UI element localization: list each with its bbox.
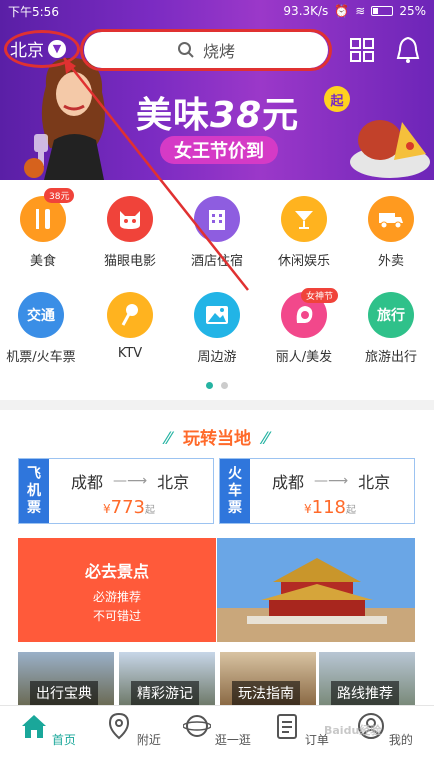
- alarm-icon: ⏰: [334, 4, 350, 18]
- tab-nearby[interactable]: 附近: [90, 712, 176, 748]
- train-price: ¥118起: [304, 497, 356, 518]
- flight-price: ¥773起: [103, 497, 155, 518]
- highlight-circle: [4, 30, 80, 68]
- flight-route: 成都 —⟶ 北京: [71, 473, 190, 492]
- category-travel[interactable]: 旅行 旅游出行: [348, 292, 434, 365]
- flight-ticket-card[interactable]: 飞 机 票 成都 —⟶ 北京 ¥773起: [18, 458, 214, 524]
- transport-icon: 交通: [18, 292, 64, 338]
- promo-subtitle: 女王节价到: [160, 136, 278, 164]
- must-see-banner[interactable]: 必去景点 必游推荐 不可错过: [18, 538, 415, 642]
- hotel-icon: [194, 196, 240, 242]
- category-grid: 美食 38元 猫眼电影 酒店住宿 休闲娱乐 外卖 交通 机票/火车票 KTV 周…: [0, 180, 434, 400]
- flight-label: 飞 机 票: [19, 459, 49, 523]
- woman-illustration: [24, 57, 105, 180]
- guide-card[interactable]: 玩法指南: [220, 652, 316, 705]
- watermark: Baidu经验: [324, 724, 382, 737]
- category-food[interactable]: 美食: [0, 196, 86, 269]
- location-pin-icon: [109, 712, 130, 740]
- category-tag: 38元: [44, 188, 75, 203]
- guide-card[interactable]: 路线推荐: [319, 652, 415, 705]
- clipboard-icon: [277, 714, 298, 739]
- palace-photo: [217, 538, 415, 642]
- must-see-text: 必去景点 必游推荐 不可错过: [18, 538, 216, 642]
- guide-card[interactable]: 出行宝典: [18, 652, 114, 705]
- guide-card[interactable]: 精彩游记: [119, 652, 215, 705]
- train-label: 火 车 票: [220, 459, 250, 523]
- train-ticket-card[interactable]: 火 车 票 成都 —⟶ 北京 ¥118起: [219, 458, 415, 524]
- promo-badge: 起: [324, 86, 350, 112]
- planet-icon: [182, 715, 212, 737]
- arrow-right-icon: —⟶: [314, 473, 349, 489]
- landscape-icon: [194, 292, 240, 338]
- category-flight-train[interactable]: 交通 机票/火车票: [0, 292, 84, 365]
- qr-scan-icon[interactable]: [350, 38, 374, 62]
- category-ktv[interactable]: KTV: [87, 292, 173, 361]
- guide-thumbnails: 出行宝典 精彩游记 玩法指南 路线推荐: [18, 652, 415, 705]
- status-bar: 下午5:56 93.3K/s ⏰ ≋ 25%: [0, 0, 434, 22]
- travel-icon: 旅行: [368, 292, 414, 338]
- battery-level: 25%: [399, 4, 426, 18]
- page-dot-active[interactable]: [206, 382, 213, 389]
- page-indicator: [0, 382, 434, 389]
- category-hotel[interactable]: 酒店住宿: [174, 196, 260, 269]
- page-dot[interactable]: [221, 382, 228, 389]
- category-nearby-trip[interactable]: 周边游: [174, 292, 260, 365]
- arrow-right-icon: —⟶: [113, 473, 148, 489]
- food-illustration: [350, 120, 430, 178]
- category-beauty[interactable]: 丽人/美发: [261, 292, 347, 365]
- status-time: 下午5:56: [8, 4, 59, 19]
- category-maoyan-movie[interactable]: 猫眼电影: [87, 196, 173, 269]
- category-tag: 女神节: [301, 288, 339, 303]
- highlight-outline: [80, 29, 332, 71]
- cat-icon: [107, 196, 153, 242]
- category-takeout[interactable]: 外卖: [348, 196, 434, 269]
- train-route: 成都 —⟶ 北京: [272, 473, 391, 492]
- promo-title: 美味38元: [136, 95, 300, 136]
- home-icon: [22, 715, 47, 738]
- local-section: ⁄⁄ 玩转当地 ⁄⁄ 飞 机 票 成都 —⟶ 北京 ¥773起 火 车 票 成都…: [0, 410, 434, 705]
- wifi-icon: ≋: [355, 4, 366, 18]
- tab-browse[interactable]: 逛一逛: [174, 712, 260, 748]
- category-leisure[interactable]: 休闲娱乐: [261, 196, 347, 269]
- delivery-icon: [368, 196, 414, 242]
- bell-icon[interactable]: [396, 36, 420, 64]
- cocktail-icon: [281, 196, 327, 242]
- network-speed: 93.3K/s: [283, 4, 329, 18]
- tab-home[interactable]: 首页: [5, 712, 91, 748]
- battery-icon: [371, 6, 394, 16]
- header-banner[interactable]: 下午5:56 93.3K/s ⏰ ≋ 25% 北京 ▼ 烧烤 美味38元 起 女…: [0, 0, 434, 180]
- section-title: ⁄⁄ 玩转当地 ⁄⁄: [165, 429, 269, 449]
- microphone-icon: [107, 292, 153, 338]
